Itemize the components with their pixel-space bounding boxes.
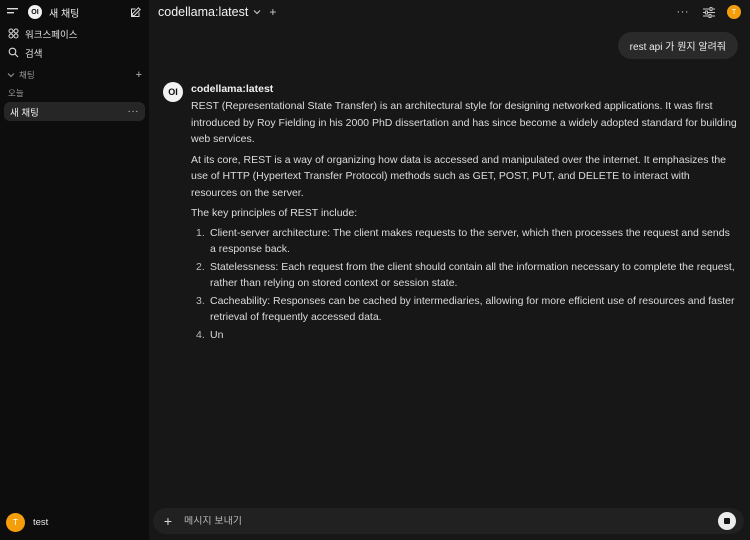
list-item-text: Statelessness: Each request from the cli… [210, 260, 735, 290]
workspace-icon [7, 28, 19, 40]
list-item: 4. Un [191, 327, 738, 344]
edit-icon[interactable] [129, 5, 143, 19]
chats-section-header[interactable]: 채팅 + [0, 66, 149, 84]
app-window: OI 새 채팅 워크스페이스 검색 채팅 + 오늘 새 채팅 ··· T tes… [0, 0, 750, 540]
topbar-actions: ··· T [677, 5, 741, 19]
user-message-bubble: rest api 가 뭔지 알려줘 [617, 32, 738, 59]
list-item-text: Un [210, 328, 224, 341]
list-item: 3. Cacheability: Responses can be cached… [191, 293, 738, 326]
list-item-text: Client-server architecture: The client m… [210, 226, 730, 256]
response-paragraph: REST (Representational State Transfer) i… [191, 100, 737, 145]
list-item: 1. Client-server architecture: The clien… [191, 225, 738, 258]
sidebar: OI 새 채팅 워크스페이스 검색 채팅 + 오늘 새 채팅 ··· T tes… [0, 0, 149, 540]
chat-title: 새 채팅 [10, 107, 39, 119]
sidebar-header: OI 새 채팅 [0, 0, 149, 24]
chats-section-label: 채팅 [19, 70, 35, 80]
list-item-number: 1. [196, 226, 205, 239]
list-item-text: Cacheability: Responses can be cached by… [210, 294, 735, 324]
menu-icon[interactable] [6, 5, 20, 19]
avatar[interactable]: T [727, 5, 741, 19]
message-input[interactable] [184, 515, 718, 527]
topbar: codellama:latest + ··· T [149, 0, 750, 24]
sidebar-item-workspace[interactable]: 워크스페이스 [0, 24, 149, 43]
avatar: T [6, 513, 25, 532]
brand-logo: OI [28, 5, 42, 19]
sidebar-item-search[interactable]: 검색 [0, 43, 149, 62]
user-name: test [33, 517, 49, 528]
add-chat-plus-icon[interactable]: + [136, 69, 142, 81]
search-icon [7, 47, 19, 59]
list-item-number: 2. [196, 260, 205, 273]
chevron-down-icon[interactable] [253, 7, 261, 17]
model-avatar: OI [163, 82, 183, 102]
more-options-icon[interactable]: ··· [677, 6, 690, 18]
chat-more-icon[interactable]: ··· [128, 106, 140, 117]
stop-generation-button[interactable] [718, 512, 736, 530]
list-item: 2. Statelessness: Each request from the … [191, 259, 738, 292]
assistant-message-body: codellama:latest REST (Representational … [191, 82, 738, 344]
date-group-label: 오늘 [8, 88, 24, 98]
chat-list-item[interactable]: 새 채팅 ··· [4, 102, 145, 121]
sidebar-item-label: 검색 [25, 48, 43, 60]
new-chat-button[interactable]: OI 새 채팅 [28, 5, 129, 20]
new-chat-label: 새 채팅 [49, 8, 80, 20]
response-paragraph: At its core, REST is a way of organizing… [191, 153, 727, 199]
user-profile-button[interactable]: T test [6, 513, 48, 532]
response-list: 1. Client-server architecture: The clien… [191, 225, 738, 344]
model-selector[interactable]: codellama:latest [158, 5, 248, 19]
user-message: rest api 가 뭔지 알려줘 [617, 32, 738, 59]
list-item-number: 3. [196, 294, 205, 307]
sidebar-item-label: 워크스페이스 [25, 29, 78, 41]
chat-main: codellama:latest + ··· T rest api 가 뭔지 알… [149, 0, 750, 540]
response-paragraph: The key principles of REST include: [191, 207, 358, 219]
message-composer: + [153, 508, 744, 534]
add-model-plus-icon[interactable]: + [269, 5, 276, 19]
assistant-model-name: codellama:latest [191, 83, 274, 95]
assistant-message: OI codellama:latest REST (Representation… [163, 82, 738, 344]
list-item-number: 4. [196, 328, 205, 341]
chevron-down-icon [7, 71, 15, 80]
controls-sliders-icon[interactable] [703, 6, 715, 18]
stop-icon [724, 518, 730, 524]
attach-plus-icon[interactable]: + [161, 513, 175, 529]
